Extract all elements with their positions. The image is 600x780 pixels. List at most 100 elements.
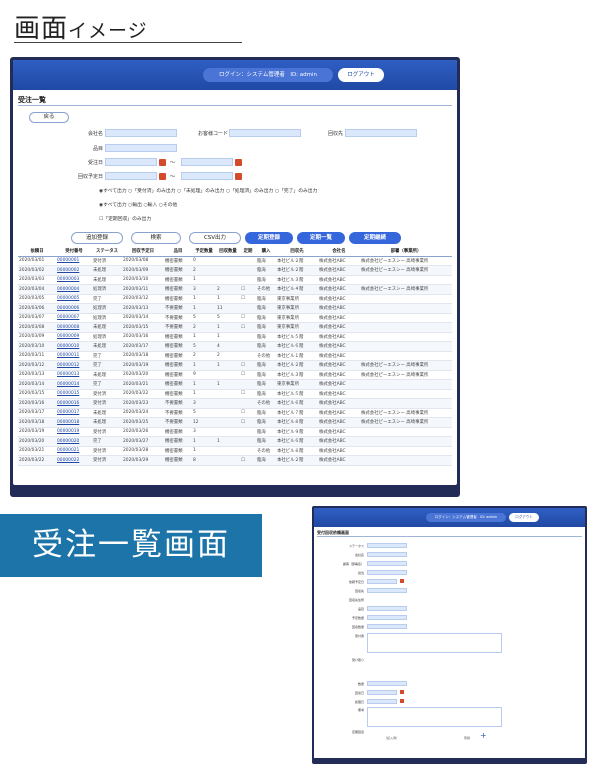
- order-number-link[interactable]: 00000021: [56, 446, 92, 456]
- thumb-field-input[interactable]: [367, 615, 407, 620]
- column-header[interactable]: 会社名: [318, 247, 360, 257]
- order-number-link[interactable]: 00000001: [56, 256, 92, 266]
- collection-input[interactable]: [345, 129, 417, 137]
- column-header[interactable]: 依頼日: [18, 247, 56, 257]
- column-header[interactable]: ステータス: [92, 247, 122, 257]
- thumb-textarea[interactable]: [367, 707, 502, 727]
- product-input[interactable]: [105, 144, 177, 152]
- order-number-link[interactable]: 00000020: [56, 436, 92, 447]
- table-row[interactable]: 2020/03/08 00000008 未処理 2020/03/15 不要書類 2 1 ☐ 臨海…: [18, 322, 452, 333]
- table-row[interactable]: 2020/03/11 00000011 完了 2020/03/18 機密書類 2 2 その他本…: [18, 351, 452, 361]
- thumb-field-input[interactable]: [367, 690, 397, 695]
- order-number-link[interactable]: 00000010: [56, 341, 92, 352]
- collect-date-to[interactable]: [181, 172, 233, 180]
- periodic-register-button[interactable]: 定期登録: [245, 232, 293, 244]
- order-number-link[interactable]: 00000008: [56, 322, 92, 333]
- periodic-continue-button[interactable]: 定期継続: [349, 232, 401, 244]
- thumb-logout-button[interactable]: ログアウト: [509, 513, 539, 522]
- order-number-link[interactable]: 00000007: [56, 313, 92, 323]
- table-row[interactable]: 2020/03/12 00000012 完了 2020/03/19 機密書類 1 1 ☐ 臨海本…: [18, 360, 452, 371]
- order-number-link[interactable]: 00000005: [56, 294, 92, 304]
- table-row[interactable]: 2020/03/15 00000015 受付済 2020/03/22 機密書類 1 ☐ 臨海本…: [18, 389, 452, 399]
- calendar-icon[interactable]: [159, 173, 166, 180]
- thumb-field-input[interactable]: [367, 543, 407, 548]
- thumb-field-input[interactable]: [367, 624, 407, 629]
- table-row[interactable]: 2020/03/02 00000002 未処理 2020/03/09 機密書類 2 臨海 本社…: [18, 265, 452, 276]
- csv-button[interactable]: CSV出力: [189, 232, 241, 244]
- logout-button[interactable]: ログアウト: [338, 68, 384, 82]
- thumb-field-input[interactable]: [367, 561, 407, 566]
- table-row[interactable]: 2020/03/16 00000016 受付済 2020/03/23 不要書類 3 その他本…: [18, 398, 452, 409]
- order-number-link[interactable]: 00000014: [56, 379, 92, 390]
- order-number-link[interactable]: 00000016: [56, 398, 92, 409]
- received-date-from[interactable]: [105, 158, 157, 166]
- column-header[interactable]: 回収予定日: [122, 247, 164, 257]
- column-header[interactable]: 回収数量: [216, 247, 240, 257]
- table-row[interactable]: 2020/03/13 00000013 未処理 2020/03/20 機密書類 9 ☐ 臨海本…: [18, 370, 452, 380]
- calendar-icon[interactable]: [400, 690, 404, 694]
- table-row[interactable]: 2020/03/17 00000017 未処理 2020/03/24 不要書類 5 ☐ 臨海本…: [18, 408, 452, 418]
- order-number-link[interactable]: 00000013: [56, 370, 92, 380]
- thumb-field-input[interactable]: [367, 579, 397, 584]
- plus-icon[interactable]: +: [480, 731, 487, 740]
- order-number-link[interactable]: 00000012: [56, 360, 92, 371]
- table-row[interactable]: 2020/03/18 00000018 未処理 2020/03/25 不要書類 12 ☐ 臨海…: [18, 417, 452, 428]
- table-row[interactable]: 2020/03/05 00000005 完了 2020/03/12 機密書類 1 1 ☐ 臨海東…: [18, 294, 452, 304]
- thumb-field-input[interactable]: [367, 588, 407, 593]
- table-row[interactable]: 2020/03/07 00000007 処理済 2020/03/14 不要書類 5 5 ☐ 臨海…: [18, 313, 452, 323]
- collect-date-from[interactable]: [105, 172, 157, 180]
- thumb-field-input[interactable]: [367, 606, 407, 611]
- table-row[interactable]: 2020/03/22 00000022 受付済 2020/03/29 機密書類 8 ☐ 臨海本…: [18, 455, 452, 466]
- periodic-only-checkbox[interactable]: ☐「定期回収」のみ出力: [99, 215, 151, 222]
- thumb-field-input[interactable]: [367, 681, 407, 686]
- company-input[interactable]: [105, 129, 177, 137]
- column-header[interactable]: 回収先: [276, 247, 318, 257]
- order-number-link[interactable]: 00000022: [56, 455, 92, 466]
- table-row[interactable]: 2020/03/04 00000004 処理済 2020/03/11 機密書類 3 2 ☐ その…: [18, 284, 452, 295]
- table-cell: 臨海: [256, 360, 276, 371]
- table-row[interactable]: 2020/03/09 00000009 処理済 2020/03/16 機密書類 1 1 臨海本…: [18, 332, 452, 342]
- table-row[interactable]: 2020/03/14 00000014 完了 2020/03/21 機密書類 1 1 臨海 東京…: [18, 379, 452, 390]
- order-number-link[interactable]: 00000018: [56, 417, 92, 428]
- table-row[interactable]: 2020/03/01 00000001 受付済 2020/03/08 機密書類 0 臨海 本社…: [18, 256, 452, 266]
- table-row[interactable]: 2020/03/20 00000020 完了 2020/03/27 機密書類 1 1 臨海 本社…: [18, 436, 452, 447]
- calendar-icon[interactable]: [235, 173, 242, 180]
- column-header[interactable]: 予定数量: [192, 247, 216, 257]
- search-button[interactable]: 検索: [131, 232, 181, 244]
- column-header[interactable]: 品目: [164, 247, 192, 257]
- column-header[interactable]: 受付番号: [56, 247, 92, 257]
- shop-code-input[interactable]: [229, 129, 301, 137]
- column-header[interactable]: 購入: [256, 247, 276, 257]
- table-row[interactable]: 2020/03/19 00000019 受付済 2020/03/26 機密書類 3 臨海 本社…: [18, 427, 452, 437]
- order-number-link[interactable]: 00000019: [56, 427, 92, 437]
- thumb-field-input[interactable]: [367, 570, 407, 575]
- table-row[interactable]: 2020/03/03 00000003 未処理 2020/03/10 機密書類 1 臨海 本社…: [18, 275, 452, 285]
- order-number-link[interactable]: 00000009: [56, 332, 92, 342]
- thumb-field-input[interactable]: [367, 552, 407, 557]
- order-number-link[interactable]: 00000002: [56, 265, 92, 276]
- calendar-icon[interactable]: [235, 159, 242, 166]
- order-number-link[interactable]: 00000015: [56, 389, 92, 399]
- periodic-list-button[interactable]: 定期一覧: [297, 232, 345, 244]
- order-number-link[interactable]: 00000003: [56, 275, 92, 285]
- order-number-link[interactable]: 00000004: [56, 284, 92, 295]
- status-radio-group[interactable]: ◉すべて出力 ○「受付済」のみ出力 ○「未処理」のみ出力 ○「処理済」のみ出力 …: [99, 187, 317, 194]
- table-row[interactable]: 2020/03/10 00000010 未処理 2020/03/17 機密書類 5 4 臨海本…: [18, 341, 452, 352]
- column-header[interactable]: 定期: [240, 247, 256, 257]
- column-header[interactable]: 部署（事業所）: [360, 247, 452, 257]
- thumb-textarea[interactable]: [367, 633, 502, 653]
- order-number-link[interactable]: 00000006: [56, 303, 92, 314]
- calendar-icon[interactable]: [400, 699, 404, 703]
- order-number-link[interactable]: 00000017: [56, 408, 92, 418]
- calendar-icon[interactable]: [400, 579, 404, 583]
- table-row[interactable]: 2020/03/06 00000006 処理済 2020/03/13 不要書類 1 11 臨海…: [18, 303, 452, 314]
- calendar-icon[interactable]: [159, 159, 166, 166]
- thumb-field-input[interactable]: [367, 699, 397, 704]
- received-date-to[interactable]: [181, 158, 233, 166]
- order-number-link[interactable]: 00000011: [56, 351, 92, 361]
- add-button[interactable]: 追加登録: [71, 232, 123, 244]
- back-button[interactable]: 戻る: [29, 112, 69, 123]
- category-radio-group[interactable]: ◉すべて出力 ○輸出 ○輸入 ○その他: [99, 201, 177, 208]
- table-row[interactable]: 2020/03/21 00000021 受付済 2020/03/28 機密書類 1 その他本…: [18, 446, 452, 456]
- thumb-field-label: 処理日: [354, 700, 364, 704]
